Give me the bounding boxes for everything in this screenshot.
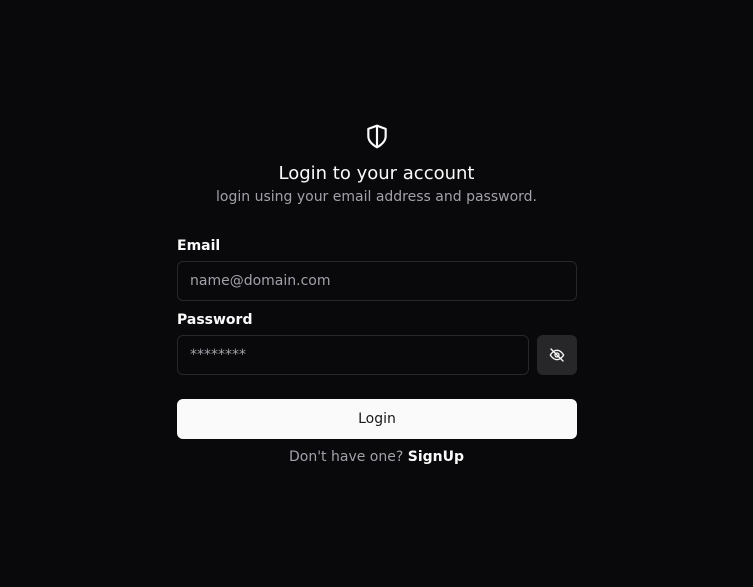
signup-link[interactable]: SignUp [408,449,464,465]
email-field[interactable] [177,261,577,301]
login-button[interactable]: Login [177,399,577,439]
page-title: Login to your account [278,163,475,184]
password-field[interactable] [177,335,529,375]
signup-prompt: Don't have one? SignUp [0,447,753,467]
login-page: Login to your account login using your e… [0,0,753,587]
signup-prompt-text: Don't have one? [288,449,404,465]
toggle-password-visibility-button[interactable] [537,335,577,375]
password-label: Password [177,312,253,328]
shield-icon [367,124,387,149]
email-label: Email [177,238,221,254]
eye-off-icon [549,348,565,362]
page-subtitle: login using your email address and passw… [216,189,537,205]
